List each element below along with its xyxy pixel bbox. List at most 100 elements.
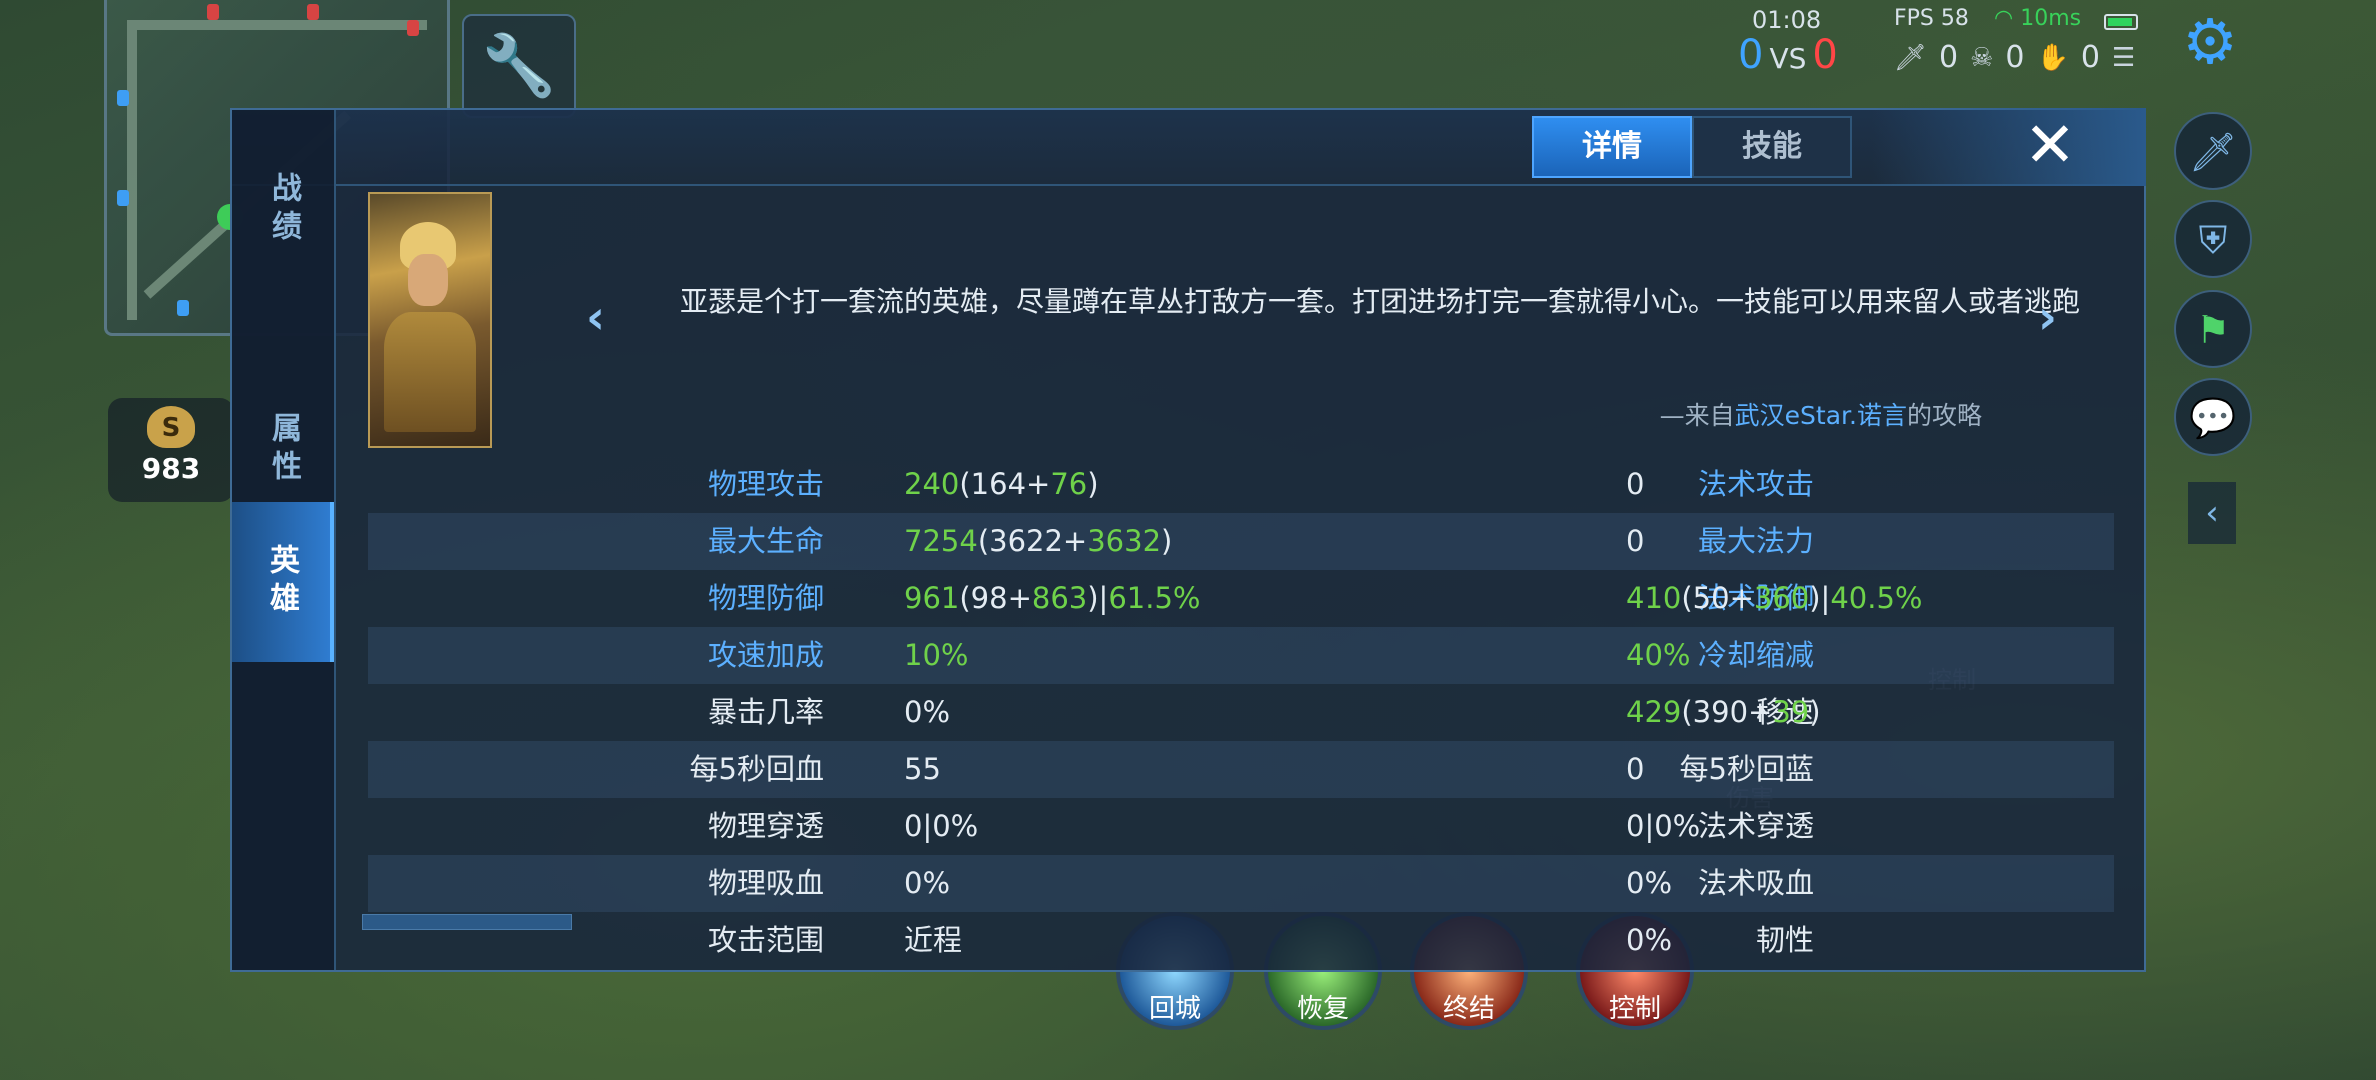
stat-row: 攻速加成 10% 冷却缩减 40% bbox=[368, 627, 2114, 684]
stat-value: 7254(3622+3632) bbox=[904, 513, 1172, 570]
ping-value: 10ms bbox=[2020, 6, 2082, 31]
stat-value-part: 0 bbox=[1626, 467, 1645, 501]
stat-row: 最大生命 7254(3622+3632) 最大法力 0 bbox=[368, 513, 2114, 570]
minimap-enemy-tower bbox=[207, 4, 219, 20]
fps-readout: FPS 58 bbox=[1894, 6, 1969, 31]
team-score: 0 VS 0 bbox=[1738, 32, 1838, 78]
credit-author[interactable]: 武汉eStar.诺言 bbox=[1735, 401, 1907, 430]
stat-value-part: 240 bbox=[904, 467, 960, 501]
stat-label: 每5秒回蓝 bbox=[1679, 752, 1814, 786]
chat-button[interactable]: 💬 bbox=[2174, 378, 2252, 456]
skull-icon: ☠ bbox=[1970, 42, 1994, 73]
stat-value-part: 410 bbox=[1626, 581, 1682, 615]
match-clock: 01:08 bbox=[1752, 6, 1822, 34]
stat-value-part: ) bbox=[1161, 524, 1173, 558]
stat-label: 最大生命 bbox=[707, 524, 824, 558]
minimap-ally-tower bbox=[117, 90, 129, 106]
defend-signal-button[interactable]: ⛨ bbox=[2174, 200, 2252, 278]
stat-value: 0 bbox=[1626, 513, 1644, 570]
stat-value-part: 0% bbox=[904, 695, 951, 729]
scroll-indicator bbox=[362, 914, 572, 930]
stat-value-part: 40% bbox=[1626, 638, 1691, 672]
stat-value-part: 429 bbox=[1626, 695, 1682, 729]
stat-value: 近程 bbox=[904, 912, 962, 969]
stat-row: 暴击几率 0% 移速 429(390+39) bbox=[368, 684, 2114, 741]
portrait-face bbox=[408, 254, 448, 306]
chevron-left-icon: ‹ bbox=[586, 290, 605, 344]
stat-value-part: 0% bbox=[1626, 923, 1673, 957]
stat-value-part: )| bbox=[1809, 581, 1831, 615]
stat-label: 每5秒回血 bbox=[689, 752, 824, 786]
side-tab-record[interactable]: 战绩 bbox=[232, 130, 334, 290]
minimap-ally-tower bbox=[177, 300, 189, 316]
chat-icon: 💬 bbox=[2189, 396, 2237, 440]
settings-gear-icon[interactable]: ⚙ bbox=[2178, 10, 2242, 74]
side-tabs: 战绩 属性 英雄 bbox=[232, 110, 336, 970]
close-button[interactable]: ✕ bbox=[1872, 108, 2146, 186]
stat-value-part: (3622+ bbox=[977, 524, 1088, 558]
stat-value: 10% bbox=[904, 627, 968, 684]
stat-value-part: 360 bbox=[1753, 581, 1810, 615]
vs-label: VS bbox=[1769, 42, 1807, 75]
stat-value: 961(98+863)|61.5% bbox=[904, 570, 1200, 627]
shield-icon: ⛨ bbox=[2198, 218, 2228, 262]
stat-label: 物理防御 bbox=[707, 581, 824, 615]
stat-value: 55 bbox=[904, 741, 941, 798]
stat-row: 物理防御 961(98+863)|61.5% 法术防御 410(50+360)|40.… bbox=[368, 570, 2114, 627]
tab-skills[interactable]: 技能 bbox=[1692, 116, 1852, 178]
stat-value-part: 961 bbox=[904, 581, 960, 615]
stat-value-part: 61.5% bbox=[1108, 581, 1201, 615]
hero-info-panel: 详情 技能 ✕ 战绩 属性 英雄 ‹ 亚瑟是个打一套流的英雄，尽量蹲在草丛打敌方… bbox=[230, 108, 2146, 972]
list-icon: ☰ bbox=[2111, 42, 2136, 73]
stat-value-part: 10% bbox=[904, 638, 969, 672]
stat-value: 0 bbox=[1626, 741, 1644, 798]
next-tip-arrow[interactable]: › bbox=[2038, 290, 2057, 344]
stat-label: 暴击几率 bbox=[707, 695, 824, 729]
panel-tabs: 详情 技能 bbox=[1532, 116, 1852, 178]
stat-row: 物理穿透 0|0% 法术穿透 0|0% bbox=[368, 798, 2114, 855]
side-tab-hero[interactable]: 英雄 bbox=[232, 502, 334, 662]
blue-score: 0 bbox=[1738, 32, 1764, 78]
stat-value: 0|0% bbox=[904, 798, 978, 855]
stat-value: 0% bbox=[1626, 855, 1672, 912]
minimap-lane bbox=[127, 20, 137, 320]
stat-value-part: ) bbox=[1087, 467, 1099, 501]
stat-value: 40% bbox=[1626, 627, 1690, 684]
stat-value-part: 3632 bbox=[1087, 524, 1162, 558]
stat-label: 物理穿透 bbox=[707, 809, 824, 843]
stat-value-part: (50+ bbox=[1681, 581, 1754, 615]
stat-value-part: 0|0% bbox=[1626, 809, 1701, 843]
tip-credit: —来自武汉eStar.诺言的攻略 bbox=[1660, 396, 1982, 432]
wifi-icon: ◠ bbox=[1994, 6, 2021, 31]
hero-tip-text: 亚瑟是个打一套流的英雄，尽量蹲在草丛打敌方一套。打团进场打完一套就得小心。一技能… bbox=[680, 285, 2081, 318]
stat-value: 429(390+39) bbox=[1626, 684, 1821, 741]
death-count: 0 bbox=[2005, 40, 2025, 75]
kda-readout[interactable]: 🗡 0 ☠ 0 ✋ 0 ☰ bbox=[1894, 40, 2135, 75]
stat-value-part: 55 bbox=[904, 752, 941, 786]
stat-value-part: 0 bbox=[1626, 524, 1645, 558]
stat-value-part: 近程 bbox=[904, 923, 963, 957]
hero-portrait bbox=[368, 192, 492, 448]
prev-tip-arrow[interactable]: ‹ bbox=[586, 290, 605, 344]
gold-counter[interactable]: S 983 bbox=[108, 398, 234, 502]
assist-count: 0 bbox=[2080, 40, 2100, 75]
stat-value: 410(50+360)|40.5% bbox=[1626, 570, 1922, 627]
stat-value-part: 7254 bbox=[904, 524, 978, 558]
minimap-ally-tower bbox=[117, 190, 129, 206]
chevron-left-icon: ‹ bbox=[2205, 493, 2219, 533]
collapse-sidebar-button[interactable]: ‹ bbox=[2188, 482, 2236, 544]
stat-value-part: 0% bbox=[1626, 866, 1673, 900]
tab-details[interactable]: 详情 bbox=[1532, 116, 1692, 178]
portrait-armor bbox=[384, 312, 476, 432]
stat-row: 物理攻击 240(164+76) 法术攻击 0 bbox=[368, 456, 2114, 513]
close-icon: ✕ bbox=[2024, 108, 2076, 181]
stat-value-part: 40.5% bbox=[1830, 581, 1923, 615]
sword-icon: 🗡 bbox=[1894, 42, 1928, 73]
kill-count: 0 bbox=[1939, 40, 1959, 75]
attack-signal-button[interactable]: 🗡 bbox=[2174, 112, 2252, 190]
stat-value-part: 76 bbox=[1050, 467, 1088, 501]
minimap-enemy-tower bbox=[407, 20, 419, 36]
wrench-icon[interactable]: 🔧 bbox=[462, 14, 576, 118]
panel-header bbox=[232, 110, 2144, 186]
hand-icon: ✋ bbox=[2036, 42, 2069, 73]
